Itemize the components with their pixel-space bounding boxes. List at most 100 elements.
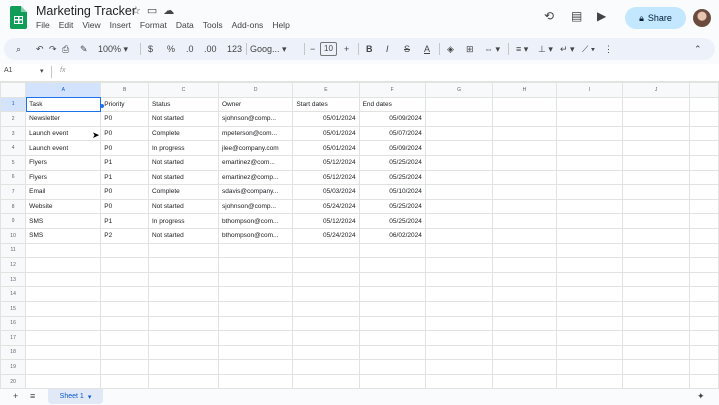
row-header[interactable]: 20	[0, 373, 27, 388]
cell[interactable]: Complete	[147, 184, 220, 200]
cell[interactable]: sjohnson@comp...	[217, 198, 294, 215]
cell[interactable]	[292, 359, 360, 375]
name-box[interactable]: A1	[4, 67, 13, 74]
cell[interactable]	[424, 373, 494, 388]
cell[interactable]: 05/07/2024	[358, 125, 426, 142]
cell[interactable]	[492, 344, 557, 361]
row-header[interactable]: 4	[0, 140, 27, 156]
cell[interactable]: 06/02/2024	[358, 227, 426, 244]
row-header[interactable]: 1	[0, 96, 27, 113]
cell[interactable]	[555, 227, 624, 244]
collapse-toolbar-icon[interactable]: ⌃	[694, 42, 702, 56]
cell[interactable]	[555, 359, 624, 375]
row-header[interactable]: 8	[0, 198, 27, 215]
column-header-g[interactable]: G	[424, 82, 494, 98]
cell[interactable]	[689, 96, 719, 113]
formula-input[interactable]	[76, 66, 716, 78]
cell[interactable]	[492, 227, 557, 244]
cell[interactable]	[147, 242, 220, 259]
cell[interactable]: Status	[147, 96, 220, 113]
cell[interactable]	[689, 198, 719, 215]
row-header[interactable]: 12	[0, 257, 27, 273]
cell[interactable]	[424, 227, 494, 244]
cell[interactable]	[147, 330, 220, 346]
cell[interactable]	[292, 330, 360, 346]
undo-icon[interactable]: ↶	[36, 42, 44, 56]
row-header[interactable]: 19	[0, 359, 27, 375]
cell[interactable]	[689, 169, 719, 186]
avatar[interactable]	[693, 9, 711, 27]
cell[interactable]: 05/10/2024	[358, 184, 426, 200]
cell[interactable]	[555, 125, 624, 142]
cell[interactable]	[358, 315, 426, 332]
cell[interactable]: P0	[100, 184, 149, 200]
column-header-b[interactable]: B	[100, 82, 149, 98]
cell[interactable]	[358, 373, 426, 388]
cell[interactable]	[217, 373, 294, 388]
cell[interactable]: End dates	[358, 96, 426, 113]
cell[interactable]	[689, 330, 719, 346]
text-rotation-icon[interactable]: ⟋ ▾	[582, 42, 595, 56]
row-header[interactable]: 16	[0, 315, 27, 332]
cell[interactable]	[147, 373, 220, 388]
cell[interactable]: 05/25/2024	[358, 213, 426, 229]
cloud-status-icon[interactable]: ☁	[163, 4, 174, 17]
share-button[interactable]: 🔒︎ Share	[625, 7, 686, 29]
column-header-extra[interactable]	[689, 82, 719, 98]
row-header[interactable]: 15	[0, 300, 27, 317]
cell[interactable]	[358, 300, 426, 317]
cell[interactable]	[424, 154, 494, 171]
cell[interactable]: Launch event	[25, 125, 102, 142]
cell[interactable]: P1	[100, 213, 149, 229]
cell[interactable]	[217, 344, 294, 361]
cell[interactable]	[147, 315, 220, 332]
cell[interactable]: Email	[25, 184, 102, 200]
cell[interactable]	[217, 315, 294, 332]
cell[interactable]	[25, 300, 102, 317]
cell[interactable]	[622, 242, 691, 259]
cell[interactable]	[689, 315, 719, 332]
cell[interactable]	[424, 140, 494, 156]
row-header[interactable]: 7	[0, 184, 27, 200]
row-header[interactable]: 14	[0, 286, 27, 302]
column-header-a[interactable]: A	[25, 82, 102, 98]
cell[interactable]	[492, 315, 557, 332]
column-header-f[interactable]: F	[358, 82, 426, 98]
cell[interactable]: Not started	[147, 111, 220, 127]
cell[interactable]	[555, 344, 624, 361]
menu-tools[interactable]: Tools	[203, 20, 223, 30]
cell[interactable]	[622, 96, 691, 113]
cell[interactable]	[689, 271, 719, 288]
cell[interactable]: 05/25/2024	[358, 169, 426, 186]
cell[interactable]	[358, 242, 426, 259]
cell[interactable]	[217, 242, 294, 259]
column-header-j[interactable]: J	[622, 82, 691, 98]
move-folder-icon[interactable]: ▭	[147, 4, 157, 17]
print-icon[interactable]: ⎙	[62, 42, 69, 56]
cell[interactable]	[492, 96, 557, 113]
cell[interactable]	[100, 271, 149, 288]
cell[interactable]	[100, 344, 149, 361]
cell[interactable]	[424, 184, 494, 200]
cell[interactable]	[689, 286, 719, 302]
cell[interactable]: P1	[100, 154, 149, 171]
cell[interactable]	[492, 169, 557, 186]
cell[interactable]: 05/01/2024	[292, 125, 360, 142]
cell[interactable]: bthompson@com...	[217, 213, 294, 229]
sheets-logo[interactable]	[10, 6, 27, 29]
cell[interactable]	[492, 213, 557, 229]
cell[interactable]	[689, 184, 719, 200]
cell[interactable]	[100, 257, 149, 273]
cell[interactable]	[555, 315, 624, 332]
cell[interactable]	[622, 373, 691, 388]
cell[interactable]: P0	[100, 125, 149, 142]
sheet-tab[interactable]: Sheet 1 ▾	[48, 389, 103, 404]
cell[interactable]	[424, 330, 494, 346]
cell[interactable]	[689, 373, 719, 388]
text-color-icon[interactable]: A	[424, 42, 430, 56]
cell[interactable]: Not started	[147, 169, 220, 186]
cell[interactable]: Task	[25, 96, 102, 113]
cell[interactable]	[689, 213, 719, 229]
search-icon[interactable]: ⌕	[16, 42, 21, 56]
currency-button[interactable]: $	[148, 42, 153, 56]
